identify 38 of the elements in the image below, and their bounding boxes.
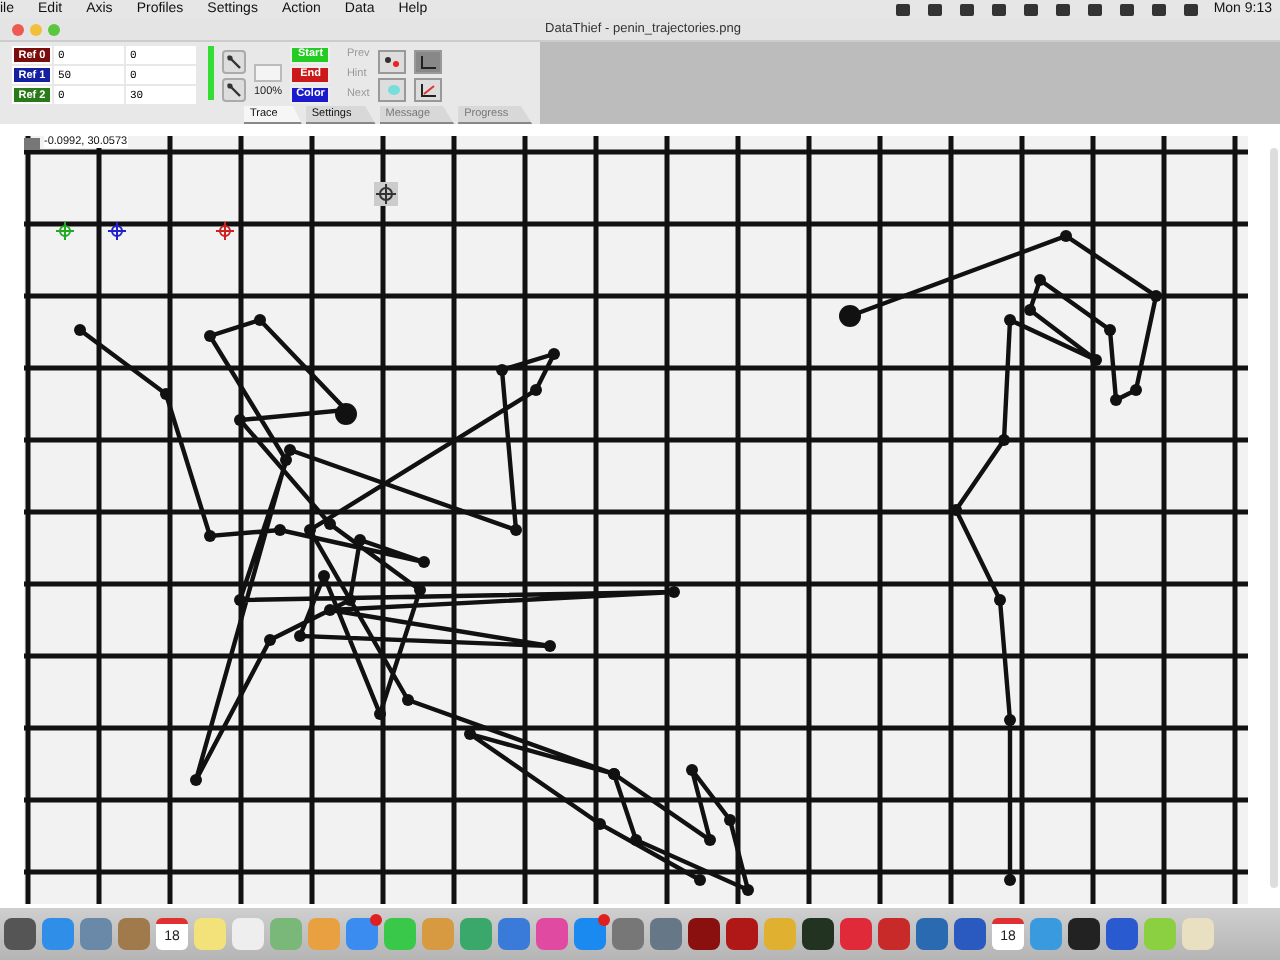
reference-marker-icon[interactable] — [216, 222, 234, 240]
reference-marker-icon[interactable] — [56, 222, 74, 240]
zoom-preview — [254, 64, 283, 82]
status-icon[interactable] — [1119, 3, 1134, 15]
status-icon[interactable] — [991, 3, 1006, 15]
app-icon[interactable] — [802, 918, 834, 950]
status-icon[interactable] — [895, 3, 910, 15]
axes-icon — [419, 55, 436, 69]
axes-icon — [419, 83, 436, 97]
status-icon[interactable] — [1023, 3, 1038, 15]
notification-badge — [598, 914, 610, 926]
status-icon[interactable] — [1183, 3, 1198, 15]
pointer-tool-button[interactable] — [222, 50, 246, 74]
status-icon[interactable] — [927, 3, 942, 15]
crosshair-icon[interactable] — [374, 182, 398, 206]
app-icon[interactable] — [726, 918, 758, 950]
pointer-icon — [226, 82, 242, 98]
status-icon[interactable] — [1055, 3, 1070, 15]
axes-tool-button[interactable] — [413, 50, 442, 74]
reference-marker-icon[interactable] — [108, 222, 126, 240]
plot-tool-button[interactable] — [413, 78, 442, 102]
pointer-icon — [226, 54, 242, 70]
status-icon[interactable] — [1087, 3, 1102, 15]
pointer-tool-button[interactable] — [222, 78, 246, 102]
close-button[interactable] — [12, 23, 24, 35]
blob-icon — [383, 84, 400, 96]
scroll-bar[interactable] — [1270, 148, 1278, 888]
status-icon[interactable] — [959, 3, 974, 15]
corner-handle[interactable] — [24, 138, 40, 150]
zoom-button[interactable] — [48, 23, 60, 35]
status-icon[interactable] — [1151, 3, 1166, 15]
status-bar-indicator — [208, 46, 214, 100]
app-icon[interactable] — [4, 918, 36, 950]
notification-badge — [370, 914, 382, 926]
points-tool-button[interactable] — [377, 50, 406, 74]
app-icon[interactable] — [688, 918, 720, 950]
app-icon[interactable] — [1068, 918, 1100, 950]
dots-icon — [383, 56, 400, 68]
